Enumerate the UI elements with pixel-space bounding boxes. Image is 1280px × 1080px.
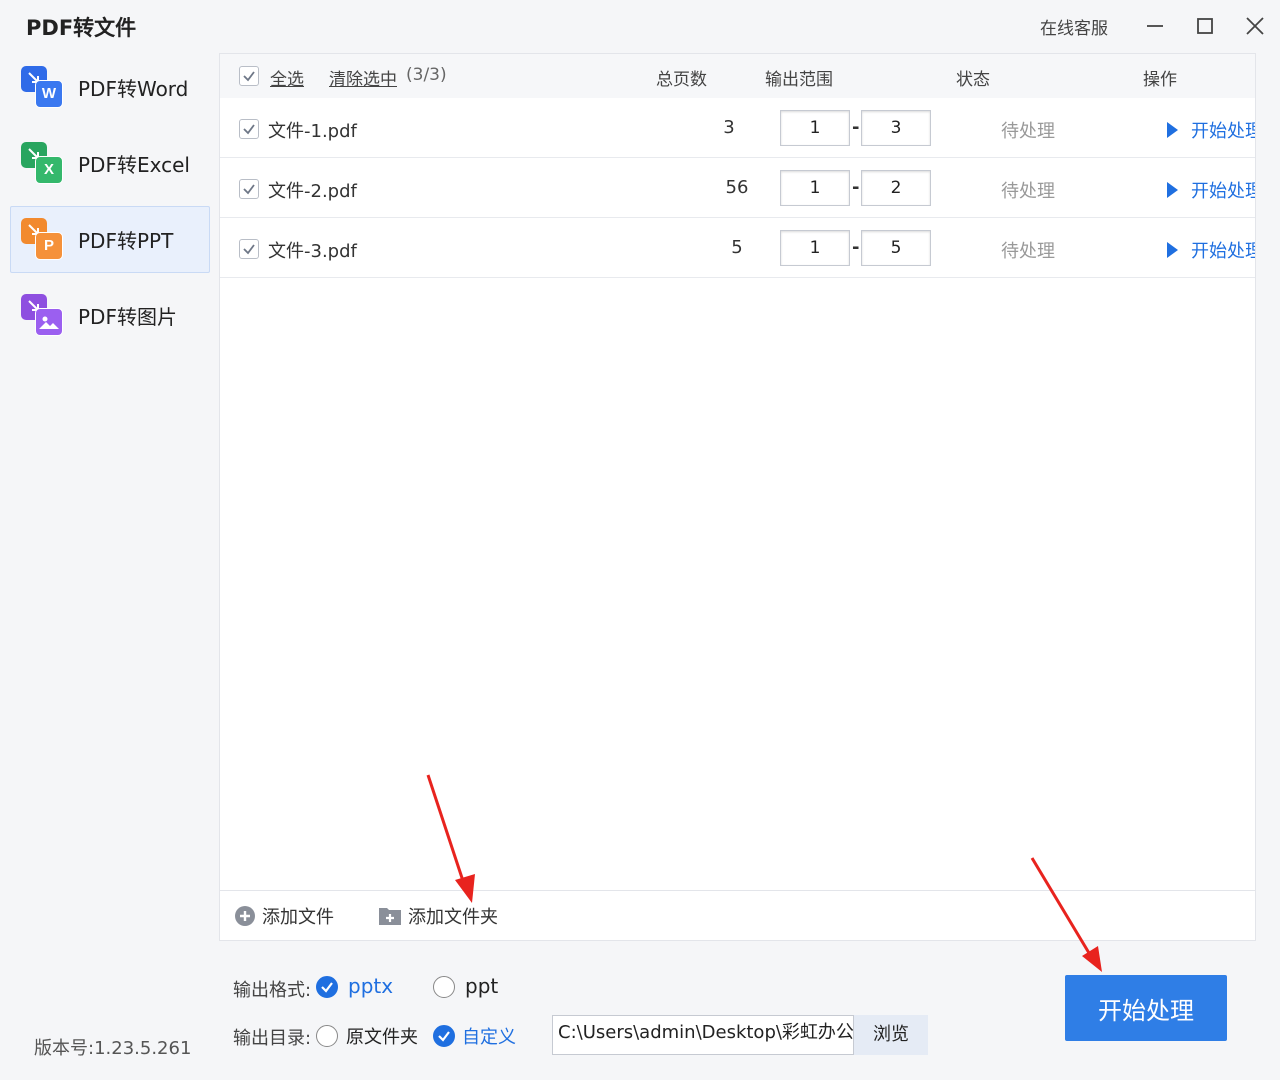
table-header: 全选 清除选中 (3/3) 总页数 输出范围 状态 操作 <box>220 54 1255 98</box>
sidebar-item-label: PDF转PPT <box>78 229 174 253</box>
browse-button[interactable]: 浏览 <box>854 1015 928 1055</box>
row-checkbox[interactable] <box>239 239 259 259</box>
maximize-button[interactable] <box>1180 0 1230 52</box>
sidebar-item-pdf-to-word[interactable]: W PDF转Word <box>10 54 210 121</box>
play-icon <box>1167 242 1178 258</box>
file-name: 文件-3.pdf <box>268 241 357 262</box>
header-status: 状态 <box>956 70 990 90</box>
add-file-button[interactable]: 添加文件 <box>234 903 334 929</box>
format-pptx-label[interactable]: pptx <box>348 974 393 998</box>
dir-original-label[interactable]: 原文件夹 <box>346 1023 418 1049</box>
check-icon <box>243 184 255 195</box>
range-from-input[interactable]: 1 <box>780 170 850 206</box>
pdf-to-image-icon <box>21 293 65 338</box>
range-to-input[interactable]: 2 <box>861 170 931 206</box>
header-pages: 总页数 <box>656 70 707 90</box>
status-text: 待处理 <box>1001 181 1055 202</box>
clear-selected-link[interactable]: 清除选中 <box>329 65 397 90</box>
pdf-to-word-icon: W <box>21 65 65 110</box>
range-from-input[interactable]: 1 <box>780 110 850 146</box>
range-to-input[interactable]: 3 <box>861 110 931 146</box>
sidebar-item-label: PDF转Excel <box>78 153 190 177</box>
app-title: PDF转文件 <box>26 16 137 40</box>
output-path-input[interactable]: C:\Users\admin\Desktop\彩虹办公中心 <box>552 1015 854 1055</box>
file-actions-bar: 添加文件 添加文件夹 <box>220 890 1255 940</box>
range-separator: - <box>852 237 860 258</box>
page-count: 5 <box>731 237 743 258</box>
file-name: 文件-1.pdf <box>268 121 357 142</box>
title-bar-controls: 在线客服 <box>1040 0 1280 52</box>
output-dir-label: 输出目录: <box>233 1028 312 1049</box>
start-row-button[interactable]: 开始处理 <box>1165 237 1255 263</box>
add-circle-icon <box>235 905 255 926</box>
add-folder-button[interactable]: 添加文件夹 <box>378 903 498 929</box>
sidebar: W PDF转Word X PDF转Excel P PDF转PPT PDF转图片 <box>10 54 210 358</box>
table-row: 文件-1.pdf 3 1 - 3 待处理 开始处理 <box>220 98 1255 158</box>
online-service-link[interactable]: 在线客服 <box>1040 14 1108 39</box>
dir-custom-label[interactable]: 自定义 <box>462 1023 516 1049</box>
status-text: 待处理 <box>1001 121 1055 142</box>
range-separator: - <box>852 117 860 138</box>
minimize-button[interactable] <box>1130 0 1180 52</box>
table-row: 文件-2.pdf 56 1 - 2 待处理 开始处理 <box>220 158 1255 218</box>
sidebar-item-label: PDF转图片 <box>78 305 177 329</box>
maximize-icon <box>1197 18 1213 34</box>
file-list-panel: 全选 清除选中 (3/3) 总页数 输出范围 状态 操作 文件-1.pdf 3 … <box>219 53 1256 941</box>
add-folder-icon <box>379 907 401 925</box>
header-action: 操作 <box>1143 70 1177 90</box>
check-icon <box>243 124 255 135</box>
sidebar-item-label: PDF转Word <box>78 77 189 101</box>
row-checkbox[interactable] <box>239 179 259 199</box>
selected-count: (3/3) <box>406 65 447 85</box>
pdf-to-excel-icon: X <box>21 141 65 186</box>
play-icon <box>1167 122 1178 138</box>
status-text: 待处理 <box>1001 241 1055 262</box>
sidebar-item-pdf-to-ppt[interactable]: P PDF转PPT <box>10 206 210 273</box>
image-icon <box>39 316 59 329</box>
play-icon <box>1167 182 1178 198</box>
check-icon <box>243 71 255 82</box>
start-row-button[interactable]: 开始处理 <box>1165 177 1255 203</box>
output-format-label: 输出格式: <box>233 980 312 1001</box>
version-label: 版本号:1.23.5.261 <box>34 1038 192 1059</box>
start-row-button[interactable]: 开始处理 <box>1165 117 1255 143</box>
page-count: 3 <box>723 117 735 138</box>
close-button[interactable] <box>1230 0 1280 52</box>
dir-original-radio[interactable] <box>316 1025 338 1047</box>
page-count: 56 <box>725 177 749 198</box>
range-separator: - <box>852 177 860 198</box>
file-name: 文件-2.pdf <box>268 181 357 202</box>
minimize-icon <box>1147 25 1163 27</box>
format-pptx-radio[interactable] <box>316 976 338 998</box>
check-icon <box>321 982 333 993</box>
range-to-input[interactable]: 5 <box>861 230 931 266</box>
select-all-checkbox[interactable] <box>239 66 259 86</box>
check-icon <box>243 244 255 255</box>
row-checkbox[interactable] <box>239 119 259 139</box>
check-icon <box>438 1031 450 1042</box>
dir-custom-radio[interactable] <box>433 1025 455 1047</box>
sidebar-item-pdf-to-excel[interactable]: X PDF转Excel <box>10 130 210 197</box>
range-from-input[interactable]: 1 <box>780 230 850 266</box>
select-all-link[interactable]: 全选 <box>270 65 304 90</box>
format-ppt-radio[interactable] <box>433 976 455 998</box>
header-range: 输出范围 <box>765 70 833 90</box>
format-ppt-label[interactable]: ppt <box>465 974 498 998</box>
sidebar-item-pdf-to-image[interactable]: PDF转图片 <box>10 282 210 349</box>
close-icon <box>1246 17 1264 35</box>
start-process-button[interactable]: 开始处理 <box>1065 975 1227 1041</box>
table-row: 文件-3.pdf 5 1 - 5 待处理 开始处理 <box>220 218 1255 278</box>
pdf-to-ppt-icon: P <box>21 217 65 262</box>
